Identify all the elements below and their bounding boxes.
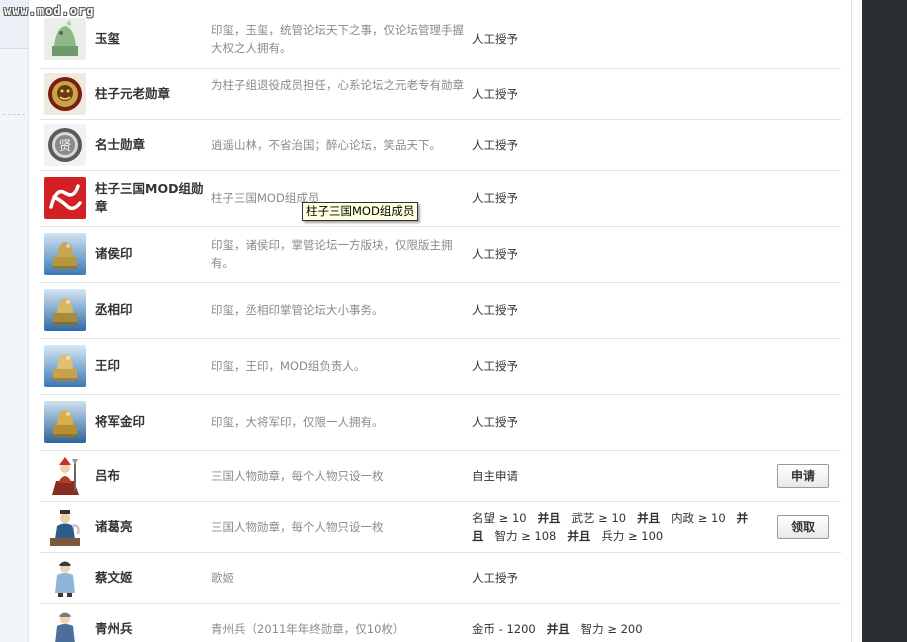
condition-term: 智力 ≥ 108	[494, 529, 557, 543]
lord-seal-icon	[44, 233, 86, 275]
general-gold-seal-icon	[44, 401, 86, 443]
medal-row: 玉玺 印玺，玉玺，统管论坛天下之事，仅论坛管理手握大权之人拥有。 人工授予	[40, 10, 841, 69]
mod-team-medal-icon	[44, 177, 86, 219]
medal-name: 柱子三国MOD组勋章	[95, 181, 204, 214]
medal-row: 王印 印玺，王印，MOD组负责人。 人工授予	[40, 338, 841, 395]
medal-condition: 人工授予	[472, 138, 518, 152]
elder-medal-icon	[44, 73, 86, 115]
king-seal-icon	[44, 345, 86, 387]
medal-description: 印玺，丞相印掌管论坛大小事务。	[211, 303, 384, 317]
qingzhou-soldier-icon	[44, 608, 86, 642]
condition-term: 名望 ≥ 10	[472, 511, 527, 525]
medal-condition: 人工授予	[472, 191, 518, 205]
medal-name: 吕布	[95, 468, 121, 483]
medal-description: 印玺，诸侯印，掌管论坛一方版块，仅限版主拥有。	[211, 238, 453, 270]
left-sidebar	[0, 0, 29, 642]
scholar-medal-icon: 贤	[44, 124, 86, 166]
medal-row: 诸侯印 印玺，诸侯印，掌管论坛一方版块，仅限版主拥有。 人工授予	[40, 226, 841, 283]
medal-condition: 自主申请	[472, 469, 518, 483]
medal-list: 玉玺 印玺，玉玺，统管论坛天下之事，仅论坛管理手握大权之人拥有。 人工授予 柱子元老勋…	[29, 0, 851, 642]
medal-description: 青州兵（2011年年终勋章，仅10枚）	[211, 622, 405, 636]
medal-condition: 人工授予	[472, 32, 518, 46]
medal-center-page: www.mod.org 玉玺 印玺，玉玺，统管论坛天下之事，仅论坛管理手握大权之人…	[0, 0, 907, 642]
medal-row: 贤 名士勋章 逍遥山林，不省治国；醉心论坛，笑品天下。 人工授予	[40, 119, 841, 171]
tooltip: 柱子三国MOD组成员	[302, 202, 419, 221]
medal-condition: 人工授予	[472, 359, 518, 373]
medal-description: 逍遥山林，不省治国；醉心论坛，笑品天下。	[211, 138, 441, 152]
medal-row: 将军金印 印玺，大将军印，仅限一人拥有。 人工授予	[40, 394, 841, 451]
medal-name: 蔡文姬	[95, 570, 133, 585]
medal-name: 玉玺	[95, 31, 121, 46]
medal-name: 丞相印	[95, 302, 133, 317]
watermark: www.mod.org	[4, 4, 95, 18]
medal-condition: 金币 - 1200 并且 智力 ≥ 200	[472, 620, 772, 638]
medal-name: 名士勋章	[95, 137, 146, 152]
chancellor-seal-icon	[44, 289, 86, 331]
medal-description: 三国人物勋章，每个人物只设一枚	[211, 469, 384, 483]
medal-description: 为柱子组退役成员担任，心系论坛之元老专有勋章	[211, 78, 464, 92]
lubu-icon	[44, 455, 86, 497]
medal-description: 印玺，玉玺，统管论坛天下之事，仅论坛管理手握大权之人拥有。	[211, 23, 464, 55]
medal-name: 将军金印	[95, 414, 146, 429]
medal-name: 诸侯印	[95, 246, 133, 261]
svg-text:贤: 贤	[58, 139, 71, 154]
claim-button[interactable]: 领取	[777, 515, 829, 539]
medal-description: 印玺，王印，MOD组负责人。	[211, 359, 366, 373]
condition-term: 兵力 ≥ 100	[601, 529, 664, 543]
apply-button[interactable]: 申请	[777, 464, 829, 488]
medal-condition: 人工授予	[472, 87, 518, 101]
medal-name: 青州兵	[95, 621, 133, 636]
condition-and: 并且	[537, 511, 561, 525]
condition-and: 并且	[637, 511, 661, 525]
condition-term: 智力 ≥ 200	[580, 622, 643, 636]
condition-and: 并且	[567, 529, 591, 543]
condition-and: 并且	[546, 622, 570, 636]
medal-row: 蔡文姬 歌姬 人工授予	[40, 552, 841, 604]
jade-seal-icon	[44, 18, 86, 60]
medal-name: 柱子元老勋章	[95, 86, 171, 101]
condition-term: 内政 ≥ 10	[671, 511, 726, 525]
medal-name: 诸葛亮	[95, 519, 133, 534]
medal-row: 诸葛亮 三国人物勋章，每个人物只设一枚 名望 ≥ 10 并且 武艺 ≥ 10 并且 …	[40, 501, 841, 553]
medal-row: 青州兵 青州兵（2011年年终勋章，仅10枚） 金币 - 1200 并且 智力 ≥ …	[40, 603, 841, 642]
medal-row: 柱子元老勋章 为柱子组退役成员担任，心系论坛之元老专有勋章 人工授予	[40, 68, 841, 120]
medal-name: 王印	[95, 358, 121, 373]
medal-row: 吕布 三国人物勋章，每个人物只设一枚 自主申请 申请	[40, 450, 841, 502]
medal-description: 三国人物勋章，每个人物只设一枚	[211, 520, 384, 534]
medal-condition: 人工授予	[472, 247, 518, 261]
medal-description: 印玺，大将军印，仅限一人拥有。	[211, 415, 384, 429]
medal-row: 丞相印 印玺，丞相印掌管论坛大小事务。 人工授予	[40, 282, 841, 339]
medal-condition: 人工授予	[472, 571, 518, 585]
condition-term: 金币 - 1200	[472, 622, 536, 636]
condition-term: 武艺 ≥ 10	[571, 511, 627, 525]
medal-condition: 名望 ≥ 10 并且 武艺 ≥ 10 并且 内政 ≥ 10 并且 智力 ≥ 10…	[472, 509, 772, 545]
caiwenji-icon	[44, 557, 86, 599]
right-dark-panel	[862, 0, 907, 642]
zhugeliang-icon	[44, 506, 86, 548]
medal-condition: 人工授予	[472, 303, 518, 317]
medal-description: 歌姬	[211, 571, 234, 585]
divider	[3, 114, 25, 115]
medal-condition: 人工授予	[472, 415, 518, 429]
medal-row: 柱子三国MOD组勋章柱子三国MOD组成员 人工授予	[40, 170, 841, 227]
